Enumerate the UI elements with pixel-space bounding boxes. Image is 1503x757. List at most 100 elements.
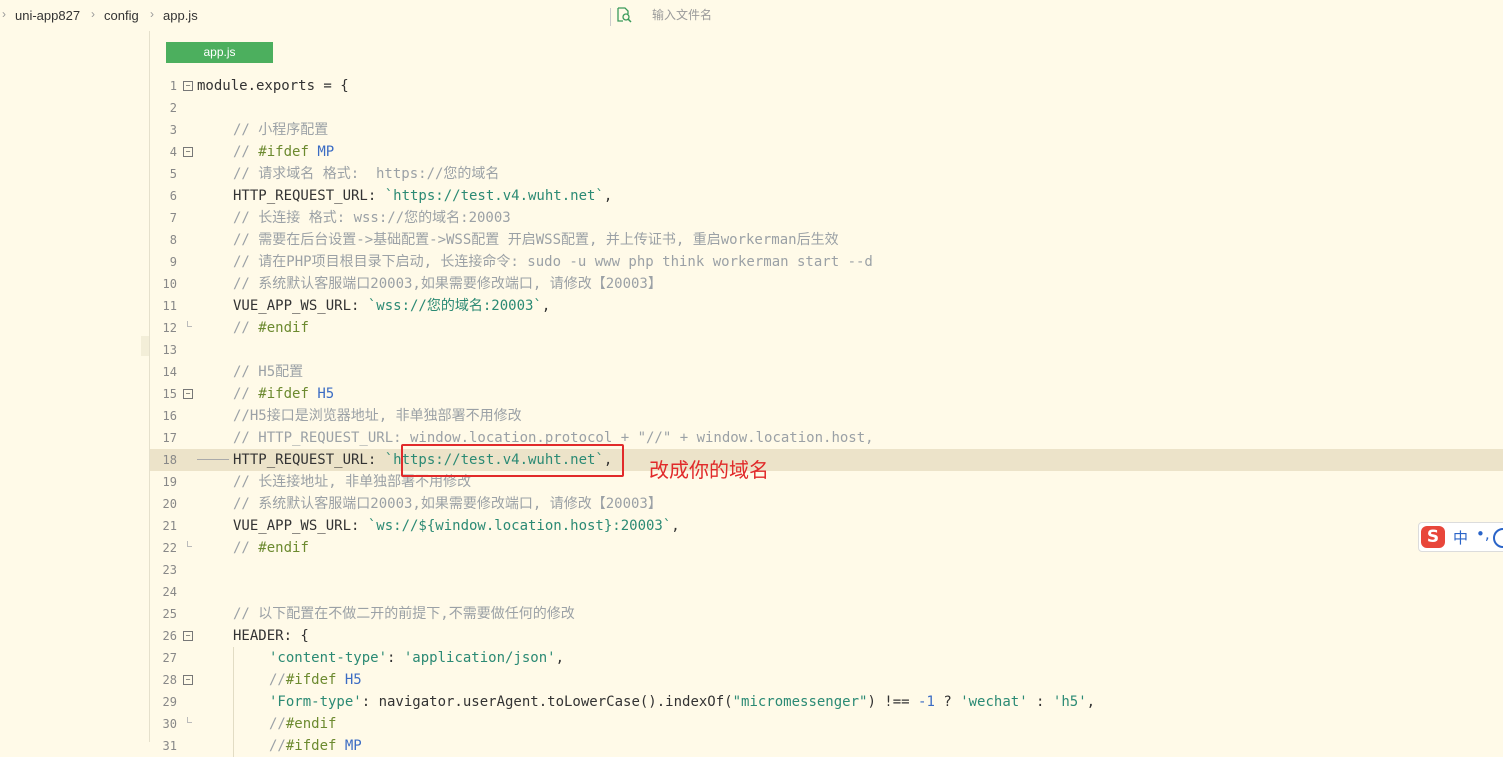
line-number: 22 xyxy=(162,541,177,555)
line-number: 24 xyxy=(162,585,177,599)
line-number: 23 xyxy=(162,563,177,577)
code-line[interactable]: 10 // 系统默认客服端口20003,如果需要修改端口, 请修改【20003】 xyxy=(150,273,1503,295)
line-number: 14 xyxy=(162,365,177,379)
line-number: 29 xyxy=(162,695,177,709)
code-line[interactable]: 16 //H5接口是浏览器地址, 非单独部署不用修改 xyxy=(150,405,1503,427)
line-number: 5 xyxy=(169,167,177,181)
code-line[interactable]: 2 xyxy=(150,97,1503,119)
code-text: HEADER: { xyxy=(233,628,309,644)
annotation-box xyxy=(401,444,624,477)
indent-guide xyxy=(233,735,234,757)
chevron-right-icon: › xyxy=(91,7,95,21)
line-number: 10 xyxy=(162,277,177,291)
code-line[interactable]: 31 //#ifdef MP xyxy=(150,735,1503,757)
code-text: // #endif xyxy=(233,540,309,556)
code-text: // 系统默认客服端口20003,如果需要修改端口, 请修改【20003】 xyxy=(233,276,662,292)
code-line[interactable]: 21 VUE_APP_WS_URL: `ws://${window.locatio… xyxy=(150,515,1503,537)
code-line[interactable]: 20 // 系统默认客服端口20003,如果需要修改端口, 请修改【20003】 xyxy=(150,493,1503,515)
code-line[interactable]: 7 // 长连接 格式: wss://您的域名:20003 xyxy=(150,207,1503,229)
chevron-right-icon: › xyxy=(2,7,6,21)
fold-toggle-icon[interactable]: − xyxy=(183,81,193,91)
code-line[interactable]: 6 HTTP_REQUEST_URL: `https://test.v4.wuht… xyxy=(150,185,1503,207)
code-line[interactable]: 11 VUE_APP_WS_URL: `wss://您的域名:20003`, xyxy=(150,295,1503,317)
line-number: 8 xyxy=(169,233,177,247)
file-search-icon[interactable] xyxy=(616,7,632,23)
code-line[interactable]: 19// 长连接地址, 非单独部署不用修改 xyxy=(150,471,1503,493)
code-text: // #endif xyxy=(233,320,309,336)
code-text: // 小程序配置 xyxy=(233,122,329,138)
line-number: 4 xyxy=(169,145,177,159)
line-number: 31 xyxy=(162,739,177,753)
whitespace-marker xyxy=(197,459,229,460)
line-number: 21 xyxy=(162,519,177,533)
breadcrumb-file[interactable]: app.js xyxy=(163,8,198,23)
code-text: //#endif xyxy=(269,716,337,732)
line-number: 18 xyxy=(162,453,177,467)
code-line[interactable]: 3 // 小程序配置 xyxy=(150,119,1503,141)
fold-toggle-icon[interactable]: − xyxy=(183,147,193,157)
chevron-right-icon: › xyxy=(150,7,154,21)
tab-app-js[interactable]: app.js xyxy=(166,42,273,63)
line-number: 13 xyxy=(162,343,177,357)
divider xyxy=(610,8,611,26)
code-line[interactable]: 28− //#ifdef H5 xyxy=(150,669,1503,691)
file-search-input[interactable] xyxy=(646,6,958,24)
code-line[interactable]: 4− // #ifdef MP xyxy=(150,141,1503,163)
line-number: 26 xyxy=(162,629,177,643)
fold-toggle-icon[interactable]: − xyxy=(183,675,193,685)
fold-toggle-icon[interactable]: − xyxy=(183,631,193,641)
code-line[interactable]: 23 xyxy=(150,559,1503,581)
fold-end-icon xyxy=(187,717,192,723)
code-line[interactable]: 22 // #endif xyxy=(150,537,1503,559)
sogou-logo-icon[interactable]: S xyxy=(1421,526,1445,548)
line-number: 30 xyxy=(162,717,177,731)
line-number: 2 xyxy=(169,101,177,115)
code-text: VUE_APP_WS_URL: `wss://您的域名:20003`, xyxy=(233,298,551,314)
code-line[interactable]: 9 // 请在PHP项目根目录下启动, 长连接命令: sudo -u www ph… xyxy=(150,251,1503,273)
code-text: // 长连接 格式: wss://您的域名:20003 xyxy=(233,210,511,226)
breadcrumb-folder[interactable]: config xyxy=(104,8,139,23)
code-line[interactable]: 26− HEADER: { xyxy=(150,625,1503,647)
top-bar: › uni-app827 › config › app.js xyxy=(0,0,1503,31)
code-text: // #ifdef H5 xyxy=(233,386,335,402)
code-text: // 请求域名 格式: https://您的域名 xyxy=(233,166,500,182)
ime-language-toggle[interactable]: 中 xyxy=(1453,527,1468,548)
ime-toolbar[interactable]: S 中 •, xyxy=(1418,522,1503,552)
code-line[interactable]: 24 xyxy=(150,581,1503,603)
code-line[interactable]: 30 //#endif xyxy=(150,713,1503,735)
indent-guide xyxy=(233,669,234,691)
code-text: //#ifdef H5 xyxy=(269,672,362,688)
code-editor[interactable]: 1− module.exports = {2 3// 小程序配置 4−// #ifde… xyxy=(150,75,1503,757)
code-line[interactable]: 1− module.exports = { xyxy=(150,75,1503,97)
line-number: 7 xyxy=(169,211,177,225)
fold-end-icon xyxy=(187,321,192,327)
line-number: 27 xyxy=(162,651,177,665)
line-number: 19 xyxy=(162,475,177,489)
fold-toggle-icon[interactable]: − xyxy=(183,389,193,399)
code-line[interactable]: 29 'Form-type': navigator.userAgent.toLow… xyxy=(150,691,1503,713)
line-number: 17 xyxy=(162,431,177,445)
line-number: 6 xyxy=(169,189,177,203)
code-line[interactable]: 25 // 以下配置在不做二开的前提下,不需要做任何的修改 xyxy=(150,603,1503,625)
code-line[interactable]: 12 // #endif xyxy=(150,317,1503,339)
indent-guide xyxy=(233,713,234,735)
line-number: 16 xyxy=(162,409,177,423)
code-line[interactable]: 14 // H5配置 xyxy=(150,361,1503,383)
code-line[interactable]: 17// HTTP_REQUEST_URL: window.location.p… xyxy=(150,427,1503,449)
code-text: // #ifdef MP xyxy=(233,144,335,160)
code-line[interactable]: 18 HTTP_REQUEST_URL: `https://test.v4.wuh… xyxy=(150,449,1503,471)
code-line[interactable]: 27 'content-type': 'application/json', xyxy=(150,647,1503,669)
ime-emoji-icon[interactable] xyxy=(1493,528,1503,548)
gutter-marker xyxy=(141,336,149,356)
line-number: 20 xyxy=(162,497,177,511)
ime-punctuation-toggle[interactable]: •, xyxy=(1476,525,1490,543)
code-line[interactable]: 15− // #ifdef H5 xyxy=(150,383,1503,405)
code-text: // 以下配置在不做二开的前提下,不需要做任何的修改 xyxy=(233,606,575,622)
breadcrumb-project[interactable]: uni-app827 xyxy=(15,8,80,23)
code-line[interactable]: 5 // 请求域名 格式: https://您的域名 xyxy=(150,163,1503,185)
code-text: // 系统默认客服端口20003,如果需要修改端口, 请修改【20003】 xyxy=(233,496,662,512)
code-line[interactable]: 13 xyxy=(150,339,1503,361)
line-number: 11 xyxy=(162,299,177,313)
code-text: //H5接口是浏览器地址, 非单独部署不用修改 xyxy=(233,408,522,424)
code-line[interactable]: 8 // 需要在后台设置->基础配置->WSS配置 开启WSS配置, 并上传证书,… xyxy=(150,229,1503,251)
